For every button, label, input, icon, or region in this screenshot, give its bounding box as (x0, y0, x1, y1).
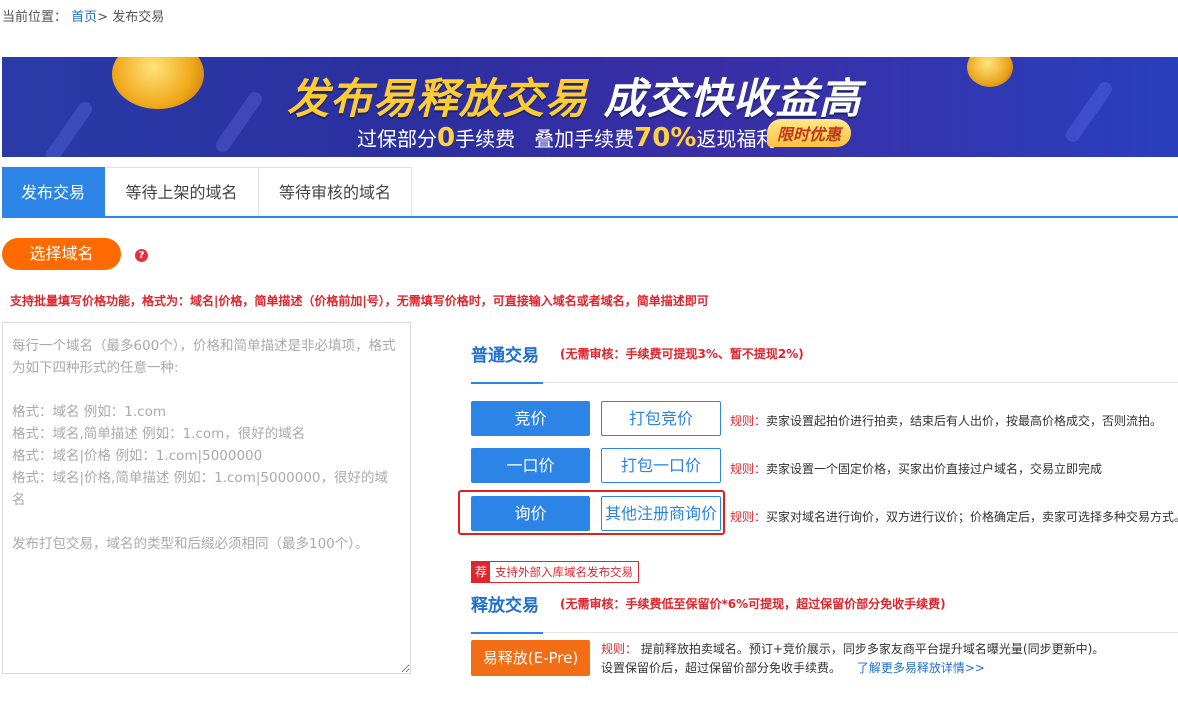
rule-text: 买家对域名进行询价，双方进行议价；价格确定后，卖家可选择多种交易方式。 (766, 510, 1178, 524)
banner-title-a: 发布易释放交易 (287, 74, 589, 123)
section-underline (471, 632, 543, 634)
banner-sub-text: 过保部分 (357, 127, 437, 151)
banner-sub-text: 手续费 叠加手续费 (455, 127, 635, 151)
recommend-tag-text: 支持外部入库域名发布交易 (495, 565, 634, 579)
normal-trade-note: (无需审核：手续费可提现3%、暂不提现2%) (560, 347, 804, 361)
banner-sub-text: 返现福利 (696, 127, 777, 151)
inquiry-button[interactable]: 询价 (471, 496, 590, 531)
other-registrar-inquiry-button[interactable]: 其他注册商询价 (601, 496, 721, 531)
banner-title: 发布易释放交易 成交快收益高 (287, 65, 862, 126)
tab-pending-review[interactable]: 等待审核的域名 (259, 167, 412, 216)
rule-label: 规则： (730, 414, 767, 428)
breadcrumb: 当前位置： 首页> 发布交易 (2, 6, 164, 25)
rule-text: 提前释放拍卖域名。预订+竞价展示，同步多家友商平台提升域名曝光量(同步更新中)。 (640, 642, 1105, 656)
section-underline (471, 382, 543, 384)
easy-release-button[interactable]: 易释放(E-Pre) (471, 640, 590, 676)
coin-icon (967, 57, 1013, 87)
banner-sub-percent: 70% (634, 123, 697, 153)
section-divider (471, 632, 1178, 633)
fixed-price-button[interactable]: 一口价 (471, 448, 590, 483)
coin-icon (112, 57, 204, 109)
banner-badge: 限时优惠 (767, 119, 852, 147)
fixed-price-rule: 规则：卖家设置一个固定价格，买家出价直接过户域名，交易立即完成 (730, 460, 1102, 477)
tab-bar: 发布交易 等待上架的域名 等待审核的域名 (2, 167, 1178, 218)
rule-label: 规则： (601, 642, 638, 656)
promo-banner[interactable]: 发布易释放交易 成交快收益高 过保部分0手续费 叠加手续费70%返现福利 限时优… (2, 57, 1178, 157)
auction-rule: 规则：卖家设置起拍价进行拍卖，结束后有人出价，按最高价格成交，否则流拍。 (730, 412, 1162, 429)
breadcrumb-label: 当前位置： (2, 10, 68, 25)
banner-decoration (213, 89, 265, 155)
batch-price-notice: 支持批量填写价格功能，格式为：域名|价格，简单描述（价格前加|号），无需填写价格… (10, 294, 709, 308)
release-trade-title: 释放交易 (471, 596, 539, 616)
section-divider (471, 382, 1178, 383)
breadcrumb-separator: > (97, 10, 109, 25)
banner-decoration (43, 99, 95, 157)
auction-button[interactable]: 竞价 (471, 401, 590, 436)
release-rule-line1: 规则： 提前释放拍卖域名。预订+竞价展示，同步多家友商平台提升域名曝光量(同步更… (601, 640, 1104, 657)
normal-trade-title: 普通交易 (471, 346, 539, 366)
rule-text: 卖家设置起拍价进行拍卖，结束后有人出价，按最高价格成交，否则流拍。 (766, 414, 1163, 428)
release-trade-note: (无需审核：手续费低至保留价*6%可提现，超过保留价部分免收手续费) (560, 597, 946, 611)
select-domain-button[interactable]: 选择域名 (2, 238, 121, 270)
release-more-link[interactable]: 了解更多易释放详情>> (857, 661, 985, 675)
recommend-icon: 荐 (472, 562, 491, 582)
domain-list-textarea[interactable] (2, 322, 411, 674)
banner-subtitle: 过保部分0手续费 叠加手续费70%返现福利 (357, 123, 776, 153)
tab-pending-listing[interactable]: 等待上架的域名 (105, 167, 259, 216)
banner-sub-zero: 0 (437, 123, 456, 153)
rule-label: 规则： (730, 510, 767, 524)
package-auction-button[interactable]: 打包竞价 (601, 401, 721, 436)
tab-publish[interactable]: 发布交易 (2, 167, 105, 216)
breadcrumb-home-link[interactable]: 首页 (71, 10, 97, 25)
release-rule-line2: 设置保留价后，超过保留价部分免收手续费。 了解更多易释放详情>> (601, 659, 985, 676)
banner-title-b: 成交快收益高 (603, 74, 862, 123)
rule-label: 规则： (730, 462, 767, 476)
recommend-tag: 荐 支持外部入库域名发布交易 (471, 561, 640, 583)
breadcrumb-current: 发布交易 (112, 10, 165, 25)
rule-text: 卖家设置一个固定价格，买家出价直接过户域名，交易立即完成 (766, 462, 1103, 476)
help-icon[interactable]: ? (135, 249, 148, 262)
rule-text: 设置保留价后，超过保留价部分免收手续费。 (601, 661, 842, 675)
package-fixed-price-button[interactable]: 打包一口价 (601, 448, 721, 483)
inquiry-rule: 规则：买家对域名进行询价，双方进行议价；价格确定后，卖家可选择多种交易方式。 (730, 508, 1178, 525)
banner-decoration (1063, 79, 1115, 145)
